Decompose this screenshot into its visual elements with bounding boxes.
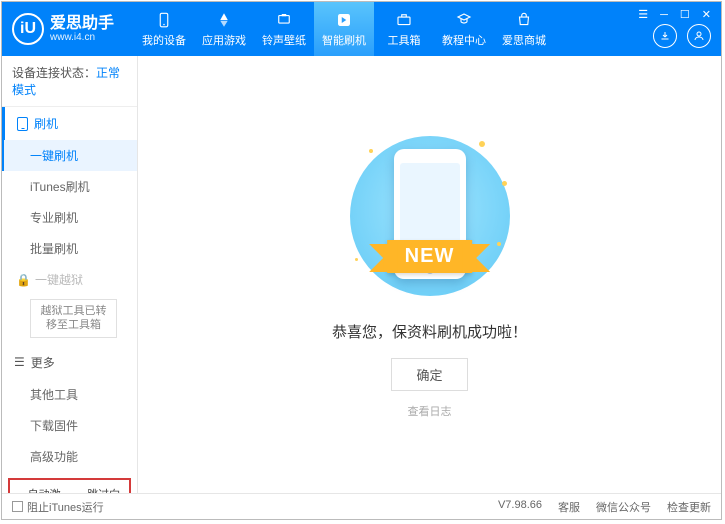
connection-label: 设备连接状态： [12, 66, 96, 80]
toolbox-icon [395, 11, 413, 29]
sidebar-item-download-fw[interactable]: 下载固件 [2, 410, 137, 441]
footer-service[interactable]: 客服 [558, 499, 580, 515]
checkbox-label: 阻止iTunes运行 [27, 499, 104, 515]
maximize-icon[interactable]: ☐ [678, 6, 692, 23]
ringtone-icon [275, 11, 293, 29]
success-message: 恭喜您，保资料刷机成功啦！ [332, 321, 527, 342]
nav-label: 应用游戏 [202, 32, 246, 48]
nav-label: 铃声壁纸 [262, 32, 306, 48]
main-content: NEW 恭喜您，保资料刷机成功啦！ 确定 查看日志 [138, 56, 721, 493]
nav-my-device[interactable]: 我的设备 [134, 2, 194, 56]
footer-wechat[interactable]: 微信公众号 [596, 499, 651, 515]
main-nav: 我的设备 应用游戏 铃声壁纸 智能刷机 工具箱 教程中心 爱思商城 [134, 2, 554, 56]
logo-icon: iU [12, 13, 44, 45]
nav-toolbox[interactable]: 工具箱 [374, 2, 434, 56]
minimize-icon[interactable]: ─ [658, 7, 670, 23]
nav-tutorial[interactable]: 教程中心 [434, 2, 494, 56]
list-icon: ☰ [14, 355, 25, 369]
flash-icon [335, 11, 353, 29]
lock-icon: 🔒 [16, 273, 31, 287]
connection-status: 设备连接状态：正常模式 [2, 56, 137, 107]
sidebar: 设备连接状态：正常模式 刷机 一键刷机 iTunes刷机 专业刷机 批量刷机 🔒… [2, 56, 138, 493]
success-illustration: NEW [345, 131, 515, 301]
sidebar-group-more[interactable]: ☰ 更多 [2, 346, 137, 379]
nav-apps[interactable]: 应用游戏 [194, 2, 254, 56]
nav-shop[interactable]: 爱思商城 [494, 2, 554, 56]
sidebar-item-batch[interactable]: 批量刷机 [2, 233, 137, 264]
sidebar-item-pro[interactable]: 专业刷机 [2, 202, 137, 233]
sidebar-label: 更多 [31, 354, 55, 371]
checkbox-auto-activate[interactable]: ✓自动激活 [14, 486, 66, 493]
tutorial-icon [455, 11, 473, 29]
sidebar-label: 刷机 [34, 115, 58, 132]
shop-icon [515, 11, 533, 29]
statusbar: 阻止iTunes运行 V7.98.66 客服 微信公众号 检查更新 [2, 493, 721, 519]
titlebar: iU 爱思助手 www.i4.cn 我的设备 应用游戏 铃声壁纸 智能刷机 工具… [2, 2, 721, 56]
checkbox-label: 自动激活 [28, 486, 66, 493]
nav-label: 工具箱 [388, 32, 421, 48]
version-label: V7.98.66 [498, 499, 542, 515]
options-highlight: ✓自动激活 ✓跳过向导 [8, 478, 131, 493]
nav-label: 教程中心 [442, 32, 486, 48]
sidebar-item-jailbreak[interactable]: 🔒 一键越狱 [2, 264, 137, 295]
sidebar-item-itunes[interactable]: iTunes刷机 [2, 171, 137, 202]
confirm-button[interactable]: 确定 [391, 358, 467, 391]
checkbox-label: 跳过向导 [87, 486, 125, 493]
sidebar-group-flash[interactable]: 刷机 [2, 107, 137, 140]
user-button[interactable] [687, 24, 711, 48]
checkbox-block-itunes[interactable]: 阻止iTunes运行 [12, 499, 104, 515]
close-icon[interactable]: ✕ [700, 6, 713, 23]
sidebar-label: 一键越狱 [35, 273, 83, 287]
app-logo: iU 爱思助手 www.i4.cn [12, 13, 114, 45]
nav-ringtone[interactable]: 铃声壁纸 [254, 2, 314, 56]
nav-flash[interactable]: 智能刷机 [314, 2, 374, 56]
menu-icon[interactable]: ☰ [636, 6, 650, 23]
phone-icon [155, 11, 173, 29]
download-button[interactable] [653, 24, 677, 48]
nav-label: 智能刷机 [322, 32, 366, 48]
new-ribbon: NEW [387, 240, 473, 273]
sidebar-item-oneclick[interactable]: 一键刷机 [2, 140, 137, 171]
view-log-link[interactable]: 查看日志 [408, 403, 452, 419]
app-subtitle: www.i4.cn [50, 32, 114, 43]
checkbox-icon [12, 501, 23, 512]
window-controls: ☰ ─ ☐ ✕ [636, 6, 713, 23]
jailbreak-note: 越狱工具已转移至工具箱 [30, 299, 117, 338]
sidebar-item-othertools[interactable]: 其他工具 [2, 379, 137, 410]
nav-label: 爱思商城 [502, 32, 546, 48]
sidebar-item-advanced[interactable]: 高级功能 [2, 441, 137, 472]
footer-update[interactable]: 检查更新 [667, 499, 711, 515]
app-title: 爱思助手 [50, 15, 114, 33]
phone-icon [17, 117, 28, 131]
nav-label: 我的设备 [142, 32, 186, 48]
checkbox-skip-setup[interactable]: ✓跳过向导 [74, 486, 126, 493]
apps-icon [215, 11, 233, 29]
